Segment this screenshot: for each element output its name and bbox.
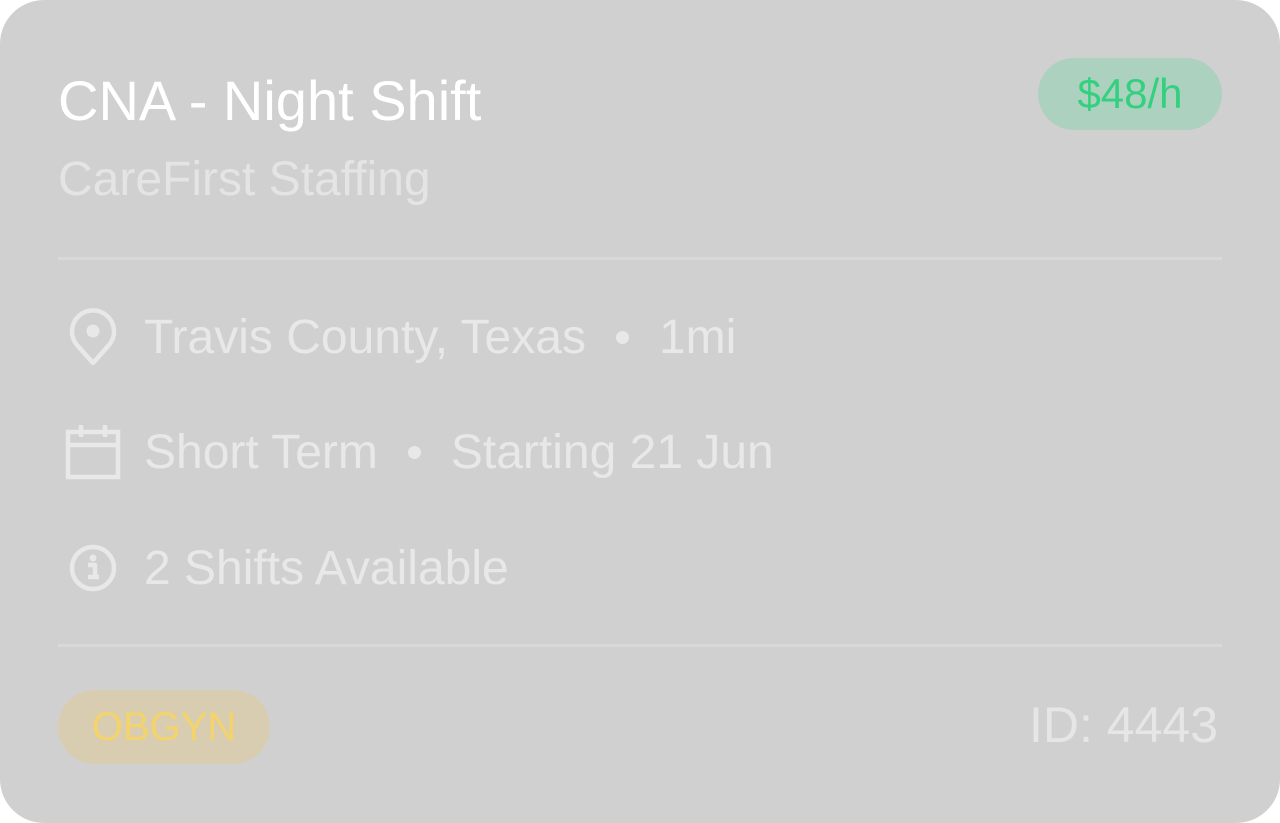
job-id: ID: 4443 <box>1028 697 1218 753</box>
shifts-text: 2 Shifts Available <box>144 541 509 595</box>
bullet-separator <box>615 331 629 345</box>
calendar-icon <box>58 420 128 484</box>
location-text: Travis County, Texas <box>144 310 586 364</box>
job-card[interactable]: CNA - Night Shift CareFirst Staffing $48… <box>0 0 1280 823</box>
bottom-divider <box>58 644 1222 647</box>
location-row: Travis County, Texas 1mi <box>58 305 736 369</box>
term-row: Short Term Starting 21 Jun <box>58 420 774 484</box>
rate-badge: $48/h <box>1038 58 1222 130</box>
map-pin-icon <box>58 305 128 369</box>
info-icon <box>58 536 128 600</box>
term-text: Short Term <box>144 425 378 479</box>
distance-text: 1mi <box>658 310 737 364</box>
top-divider <box>58 257 1222 260</box>
start-date-text: Starting 21 Jun <box>450 425 774 479</box>
specialty-tag: OBGYN <box>58 690 270 764</box>
company-name: CareFirst Staffing <box>58 153 431 206</box>
bullet-separator <box>407 446 421 460</box>
job-title: CNA - Night Shift <box>58 69 482 132</box>
shifts-row: 2 Shifts Available <box>58 536 509 600</box>
